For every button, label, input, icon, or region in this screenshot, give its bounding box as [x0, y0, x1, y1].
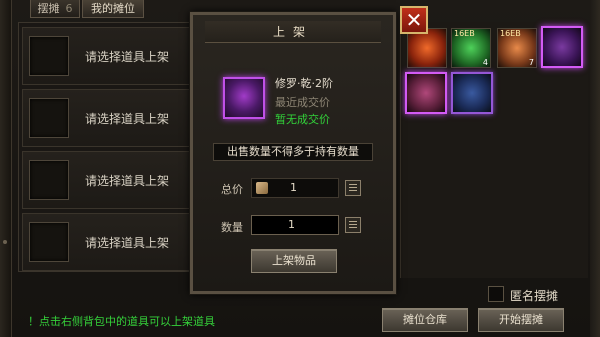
item-count: 7 [528, 58, 534, 67]
tab-stall[interactable]: 摆摊 6 [30, 0, 80, 18]
total-price-value: 1 [290, 181, 297, 194]
right-frame [590, 0, 600, 337]
empty-item-box [29, 222, 69, 262]
quantity-input[interactable]: 1 [251, 215, 339, 235]
recent-price-label: 最近成交价 [275, 96, 330, 109]
inventory-slot-2[interactable]: 16EB 4 [451, 28, 491, 68]
inventory-slot-4[interactable] [541, 26, 583, 68]
total-price-field[interactable]: 1 [251, 178, 339, 198]
anonymous-label: 匿名摆摊 [510, 289, 559, 303]
recent-price-value: 暂无成交价 [275, 113, 330, 126]
inventory-slot-3[interactable]: 16EB 7 [497, 28, 537, 68]
edit-quantity-icon[interactable] [345, 217, 361, 233]
frame-rivet [3, 240, 7, 244]
stall-slot-list: 请选择道具上架 请选择道具上架 请选择道具上架 请选择道具上架 [18, 22, 198, 272]
quantity-notice: 出售数量不得多于持有数量 [213, 143, 373, 161]
slot-label: 请选择道具上架 [85, 174, 170, 188]
tab-my-stall-label: 我的摊位 [91, 2, 135, 15]
inventory-slot-6[interactable] [451, 72, 493, 114]
slot-label: 请选择道具上架 [85, 236, 170, 250]
list-item-button[interactable]: 上架物品 [251, 249, 337, 273]
close-icon[interactable]: ✕ [400, 6, 428, 34]
dialog-title: 上架 [205, 21, 381, 43]
stall-slot[interactable]: 请选择道具上架 [22, 151, 196, 209]
tab-my-stall[interactable]: 我的摊位 [82, 0, 144, 18]
empty-item-box [29, 98, 69, 138]
left-frame [0, 0, 12, 337]
item-tag: 16EB [500, 29, 521, 38]
anonymous-checkbox[interactable] [488, 286, 504, 302]
item-name: 修罗·乾·2阶 [275, 77, 333, 90]
quantity-value: 1 [288, 218, 295, 231]
empty-item-box [29, 160, 69, 200]
stall-slot[interactable]: 请选择道具上架 [22, 213, 196, 271]
hint-text: ！点击右侧背包中的道具可以上架道具 [28, 315, 215, 328]
inventory-slot-1[interactable] [407, 28, 447, 68]
quantity-label: 数量 [221, 221, 243, 234]
stall-slot[interactable]: 请选择道具上架 [22, 27, 196, 85]
item-count: 4 [482, 58, 488, 67]
empty-item-box [29, 36, 69, 76]
total-price-label: 总价 [221, 183, 243, 196]
stall-warehouse-button[interactable]: 摊位仓库 [382, 308, 468, 332]
start-stall-button[interactable]: 开始摆摊 [478, 308, 564, 332]
coin-icon [256, 182, 268, 194]
rare-item-icon [223, 77, 265, 119]
tab-stall-number: 6 [65, 2, 73, 15]
edit-total-icon[interactable] [345, 180, 361, 196]
inventory-panel: 16EB 4 16EB 7 [400, 22, 588, 278]
tab-stall-label: 摆摊 [37, 2, 60, 15]
inventory-slot-5[interactable] [405, 72, 447, 114]
list-item-dialog: 上架 修罗·乾·2阶 最近成交价 暂无成交价 出售数量不得多于持有数量 总价 1… [190, 12, 396, 294]
item-tag: 16EB [454, 29, 475, 38]
slot-label: 请选择道具上架 [85, 50, 170, 64]
stall-slot[interactable]: 请选择道具上架 [22, 89, 196, 147]
stall-window: 摆摊 6 我的摊位 请选择道具上架 请选择道具上架 请选择道具上架 请选择道具上架… [0, 0, 600, 337]
slot-label: 请选择道具上架 [85, 112, 170, 126]
